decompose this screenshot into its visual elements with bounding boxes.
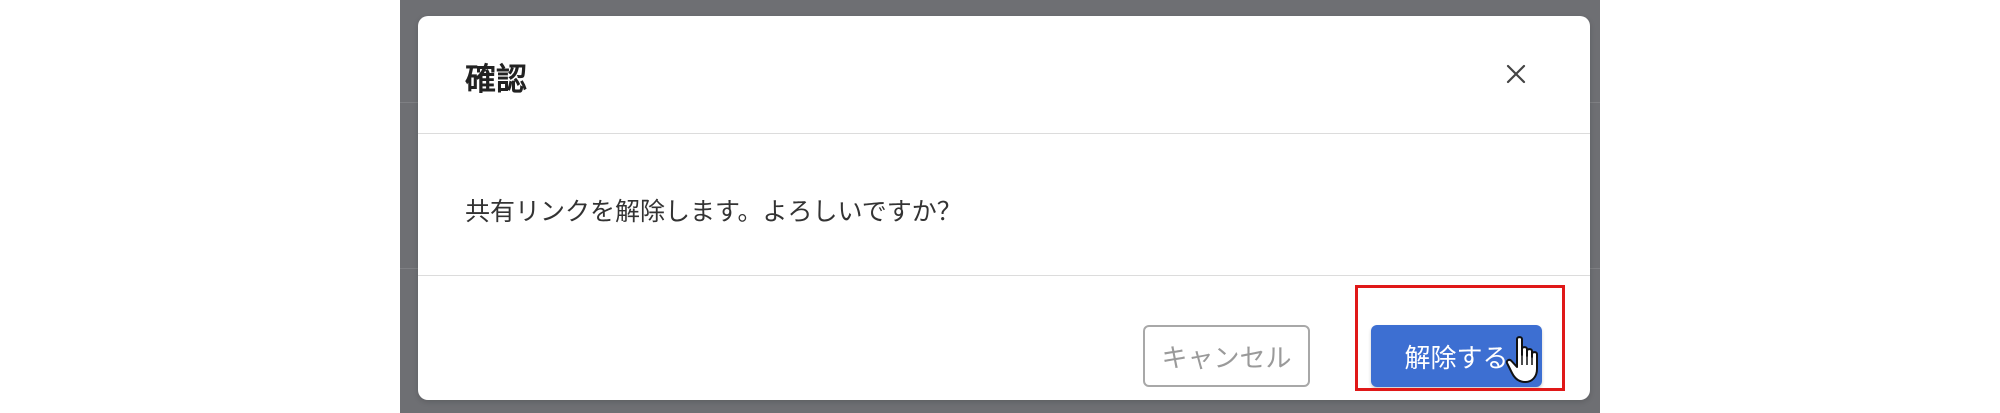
dialog-message: 共有リンクを解除します。よろしいですか？ [465,197,962,226]
close-button[interactable] [1498,56,1534,92]
hand-pointer-icon [1505,336,1538,383]
close-icon [1506,64,1526,84]
cancel-button[interactable]: キャンセル [1143,325,1310,387]
dialog-header: 確認 [418,16,1590,134]
dialog-body: 共有リンクを解除します。よろしいですか？ [418,134,1590,276]
dialog-title: 確認 [465,62,527,98]
